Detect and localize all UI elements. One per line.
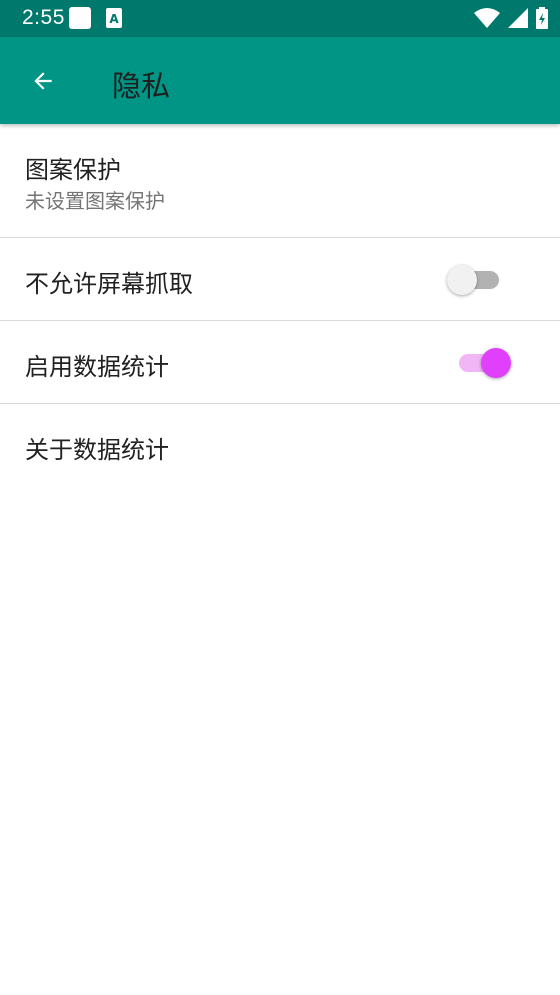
status-time: 2:55 bbox=[22, 6, 65, 29]
square-notification-icon bbox=[69, 7, 91, 29]
enable-analytics-switch[interactable] bbox=[453, 348, 511, 378]
page-title: 隐私 bbox=[112, 69, 171, 103]
switch-thumb bbox=[447, 265, 477, 295]
wifi-icon bbox=[474, 8, 500, 32]
pattern-lock-setting[interactable]: 图案保护 未设置图案保护 bbox=[0, 124, 560, 238]
about-analytics-setting[interactable]: 关于数据统计 bbox=[0, 404, 560, 487]
back-button[interactable] bbox=[22, 60, 64, 102]
status-icons bbox=[474, 7, 548, 33]
pattern-lock-title: 图案保护 bbox=[25, 156, 121, 184]
a-app-notification-icon: A bbox=[106, 8, 122, 28]
status-bar: 2:55 A bbox=[0, 0, 560, 37]
app-bar: 隐私 bbox=[0, 37, 560, 124]
enable-analytics-setting[interactable]: 启用数据统计 bbox=[0, 321, 560, 404]
switch-thumb bbox=[481, 348, 511, 378]
disallow-screenshot-setting[interactable]: 不允许屏幕抓取 bbox=[0, 238, 560, 321]
settings-list: 图案保护 未设置图案保护 不允许屏幕抓取 启用数据统计 关于数据统计 bbox=[0, 124, 560, 487]
arrow-back-icon bbox=[34, 72, 52, 90]
disallow-screenshot-title: 不允许屏幕抓取 bbox=[25, 270, 193, 298]
enable-analytics-title: 启用数据统计 bbox=[25, 353, 169, 381]
about-analytics-title: 关于数据统计 bbox=[25, 436, 169, 464]
cell-signal-icon bbox=[508, 8, 528, 32]
pattern-lock-summary: 未设置图案保护 bbox=[25, 189, 165, 213]
battery-icon bbox=[536, 7, 548, 33]
disallow-screenshot-switch[interactable] bbox=[447, 265, 505, 295]
svg-text:A: A bbox=[109, 12, 119, 26]
